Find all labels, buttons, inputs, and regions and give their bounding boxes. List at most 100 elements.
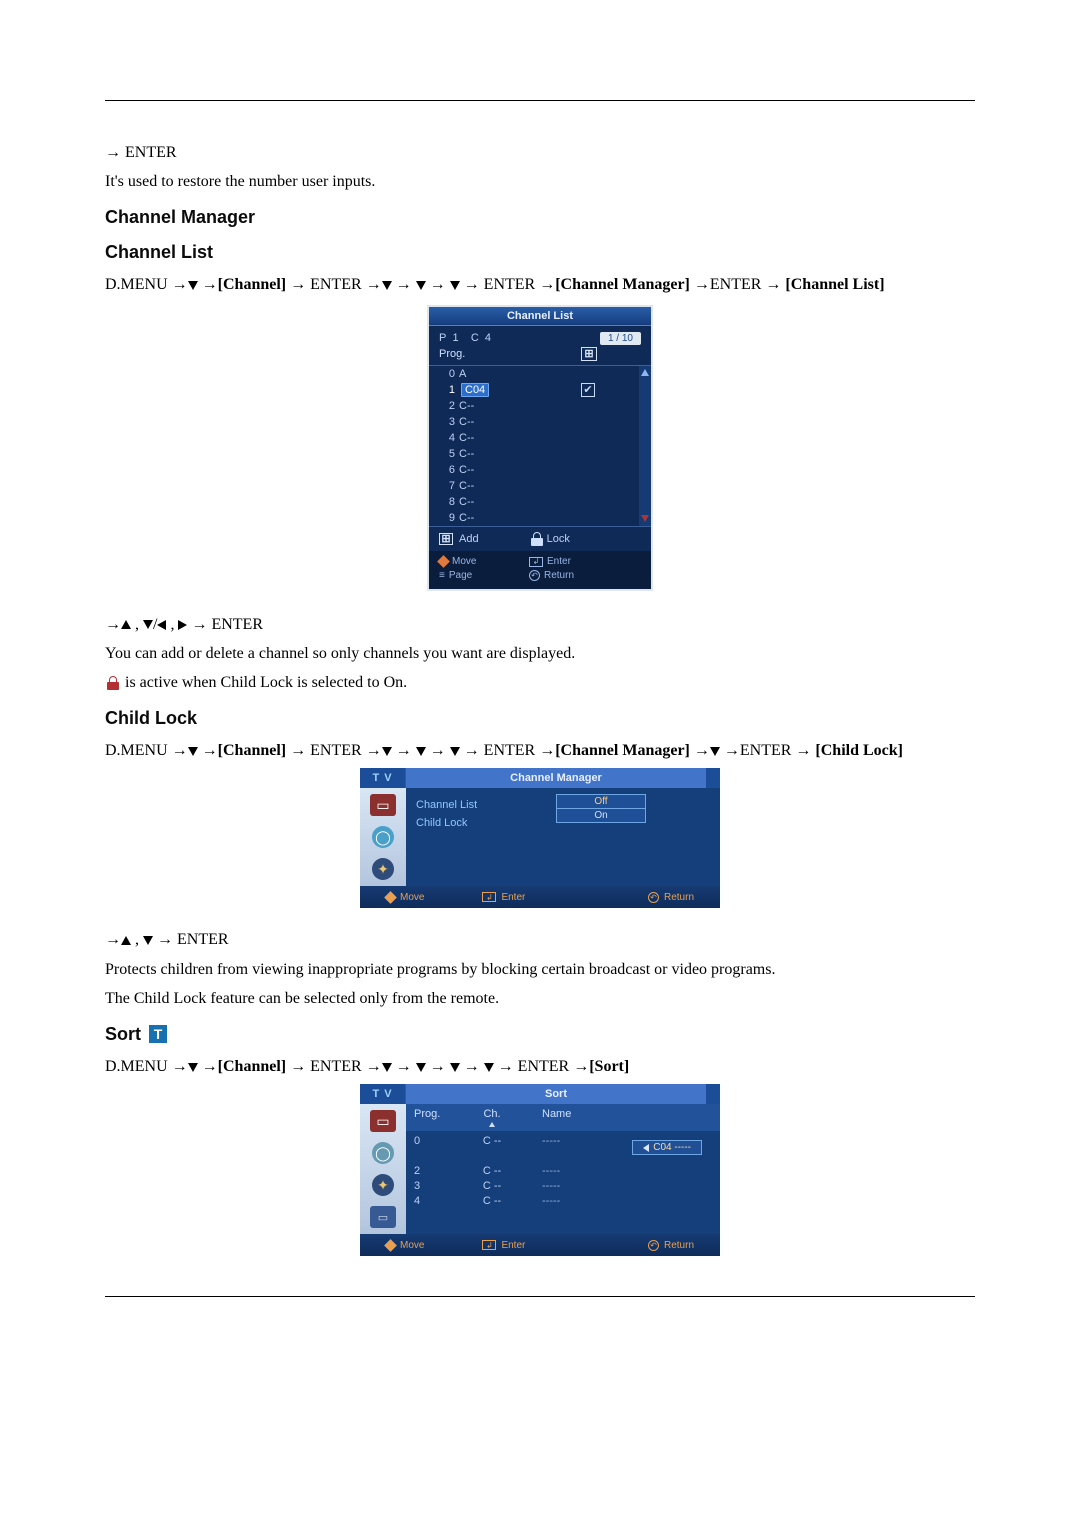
return-icon: ↶ — [648, 892, 659, 903]
tv-icon: ▭ — [370, 794, 396, 816]
sort-tv-tab: T V — [360, 1084, 406, 1104]
cm-title-bar: T V Channel Manager — [360, 768, 720, 788]
cl-row-name: C-- — [459, 432, 645, 444]
cl-row-name: C-- — [459, 448, 645, 460]
add-icon: ⊞ — [439, 533, 453, 545]
cl-row-name: C-- — [459, 416, 645, 428]
globe-icon: ◯ — [372, 1142, 394, 1164]
tv-icon: ▭ — [370, 1110, 396, 1132]
cl-row-num: 6 — [439, 464, 459, 476]
sort-sidebar-icons: ▭ ◯ ✦ ▭ — [360, 1104, 406, 1234]
heading-channel-list: Channel List — [105, 242, 975, 263]
cl-row-name: C-- — [459, 480, 645, 492]
gear-icon: ✦ — [372, 1174, 394, 1196]
lock-body1: Protects children from viewing inappropr… — [105, 958, 975, 981]
teletext-icon: T — [149, 1025, 167, 1043]
sort-name: ----- — [522, 1165, 712, 1177]
channel-list-nav: D.MENU → →[Channel] → ENTER → → → → ENTE… — [105, 273, 975, 296]
intro-nav: → ENTER — [105, 141, 975, 164]
gear-icon: ✦ — [372, 858, 394, 880]
move-icon — [437, 555, 450, 568]
cl-title: Channel List — [429, 307, 651, 326]
cl-row-num: 5 — [439, 448, 459, 460]
cl-nav-enter: → , / , → ENTER — [105, 613, 975, 636]
cm-title: Channel Manager — [406, 768, 706, 788]
lock-body2: The Child Lock feature can be selected o… — [105, 987, 975, 1010]
scroll-down-icon — [639, 512, 651, 526]
cm-option-on: On — [556, 809, 646, 823]
cl-page-count: 1 / 10 — [600, 332, 641, 345]
heading-channel-manager: Channel Manager — [105, 207, 975, 228]
cl-body: You can add or delete a channel so only … — [105, 642, 975, 665]
cl-row-num: 0 — [439, 368, 459, 380]
cl-row-name: A — [459, 368, 645, 380]
cl-row-num: 2 — [439, 400, 459, 412]
heading-child-lock: Child Lock — [105, 708, 975, 729]
cl-lock-note: is active when Child Lock is selected to… — [105, 671, 975, 694]
sort-prog: 3 — [414, 1180, 462, 1192]
cl-row-name: C-- — [459, 464, 645, 476]
sort-title-bar: T V Sort — [360, 1084, 720, 1104]
cl-row-num: 9 — [439, 512, 459, 524]
sort-name: ----- — [522, 1180, 712, 1192]
enter-icon: ↲ — [482, 1240, 496, 1250]
cl-row-num: 8 — [439, 496, 459, 508]
sort-ch: C -- — [468, 1180, 516, 1192]
add-icon: ⊞ — [581, 347, 597, 361]
cl-row-num: 1 — [439, 384, 459, 396]
cm-footer: Move ↲Enter ↶Return — [360, 886, 720, 908]
sort-prog: 0 — [414, 1135, 462, 1147]
cl-row-name: C-- — [459, 512, 645, 524]
cm-sidebar-icons: ▭ ◯ ✦ — [360, 788, 406, 886]
sort-ch: C -- — [468, 1135, 516, 1147]
sort-ch: C -- — [468, 1195, 516, 1207]
sort-footer: Move ↲Enter ↶Return — [360, 1234, 720, 1256]
lock-icon — [107, 676, 119, 690]
channel-manager-screenshot: T V Channel Manager ▭ ◯ ✦ Channel List C… — [360, 768, 720, 908]
move-icon — [384, 1239, 397, 1252]
sort-selection-badge: C04 ----- — [632, 1140, 702, 1155]
globe-icon: ◯ — [372, 826, 394, 848]
cl-row-selected: 1 C04 ✔ — [429, 382, 651, 398]
sort-prog: 4 — [414, 1195, 462, 1207]
sort-prog: 2 — [414, 1165, 462, 1177]
child-lock-nav: D.MENU → →[Channel] → ENTER → → → → ENTE… — [105, 739, 975, 762]
cl-row-num: 3 — [439, 416, 459, 428]
cl-legend-nav: Move ↲Enter ≡Page ↶Return — [429, 551, 651, 589]
sort-nav: D.MENU → →[Channel] → ENTER → → → → → EN… — [105, 1055, 975, 1078]
pc-icon: ▭ — [370, 1206, 396, 1228]
cl-scrollbar — [639, 366, 651, 526]
cl-row-name: C04 — [461, 383, 489, 397]
top-rule — [105, 100, 975, 101]
scroll-up-icon — [639, 366, 651, 380]
cm-option-off: Off — [556, 794, 646, 809]
enter-icon: ↲ — [482, 892, 496, 902]
heading-sort: Sort T — [105, 1024, 975, 1045]
return-icon: ↶ — [529, 570, 540, 581]
lock-icon — [531, 532, 543, 546]
cl-row-num: 7 — [439, 480, 459, 492]
lock-nav-enter: → , → ENTER — [105, 928, 975, 951]
return-icon: ↶ — [648, 1240, 659, 1251]
move-icon — [384, 891, 397, 904]
sort-asc-icon — [489, 1122, 495, 1127]
sort-title: Sort — [406, 1084, 706, 1104]
sort-screenshot: T V Sort ▭ ◯ ✦ ▭ Prog. Ch. Name 0 C -- ---… — [360, 1084, 720, 1256]
sort-ch: C -- — [468, 1165, 516, 1177]
checked-icon: ✔ — [581, 383, 595, 397]
cl-legend-add-lock: ⊞ Add Lock — [429, 526, 651, 551]
bottom-rule — [105, 1296, 975, 1297]
sort-name: ----- — [522, 1195, 712, 1207]
intro-body: It's used to restore the number user inp… — [105, 170, 975, 193]
cl-table: 0 A 1 C04 ✔ 2C-- 3C-- 4C-- 5C-- 6C-- 7C-… — [429, 365, 651, 526]
sort-header: Prog. Ch. Name — [406, 1104, 720, 1131]
enter-icon: ↲ — [529, 557, 543, 567]
cl-row-num: 4 — [439, 432, 459, 444]
cl-header: P 1 C 4 1 / 10 — [429, 326, 651, 347]
cl-row-name: C-- — [459, 496, 645, 508]
channel-list-screenshot: Channel List P 1 C 4 1 / 10 Prog. ⊞ 0 A … — [427, 305, 653, 591]
left-arrow-icon — [643, 1144, 649, 1152]
cl-prog-row: Prog. ⊞ — [429, 347, 651, 365]
cm-tv-tab: T V — [360, 768, 406, 788]
cl-row-name: C-- — [459, 400, 645, 412]
